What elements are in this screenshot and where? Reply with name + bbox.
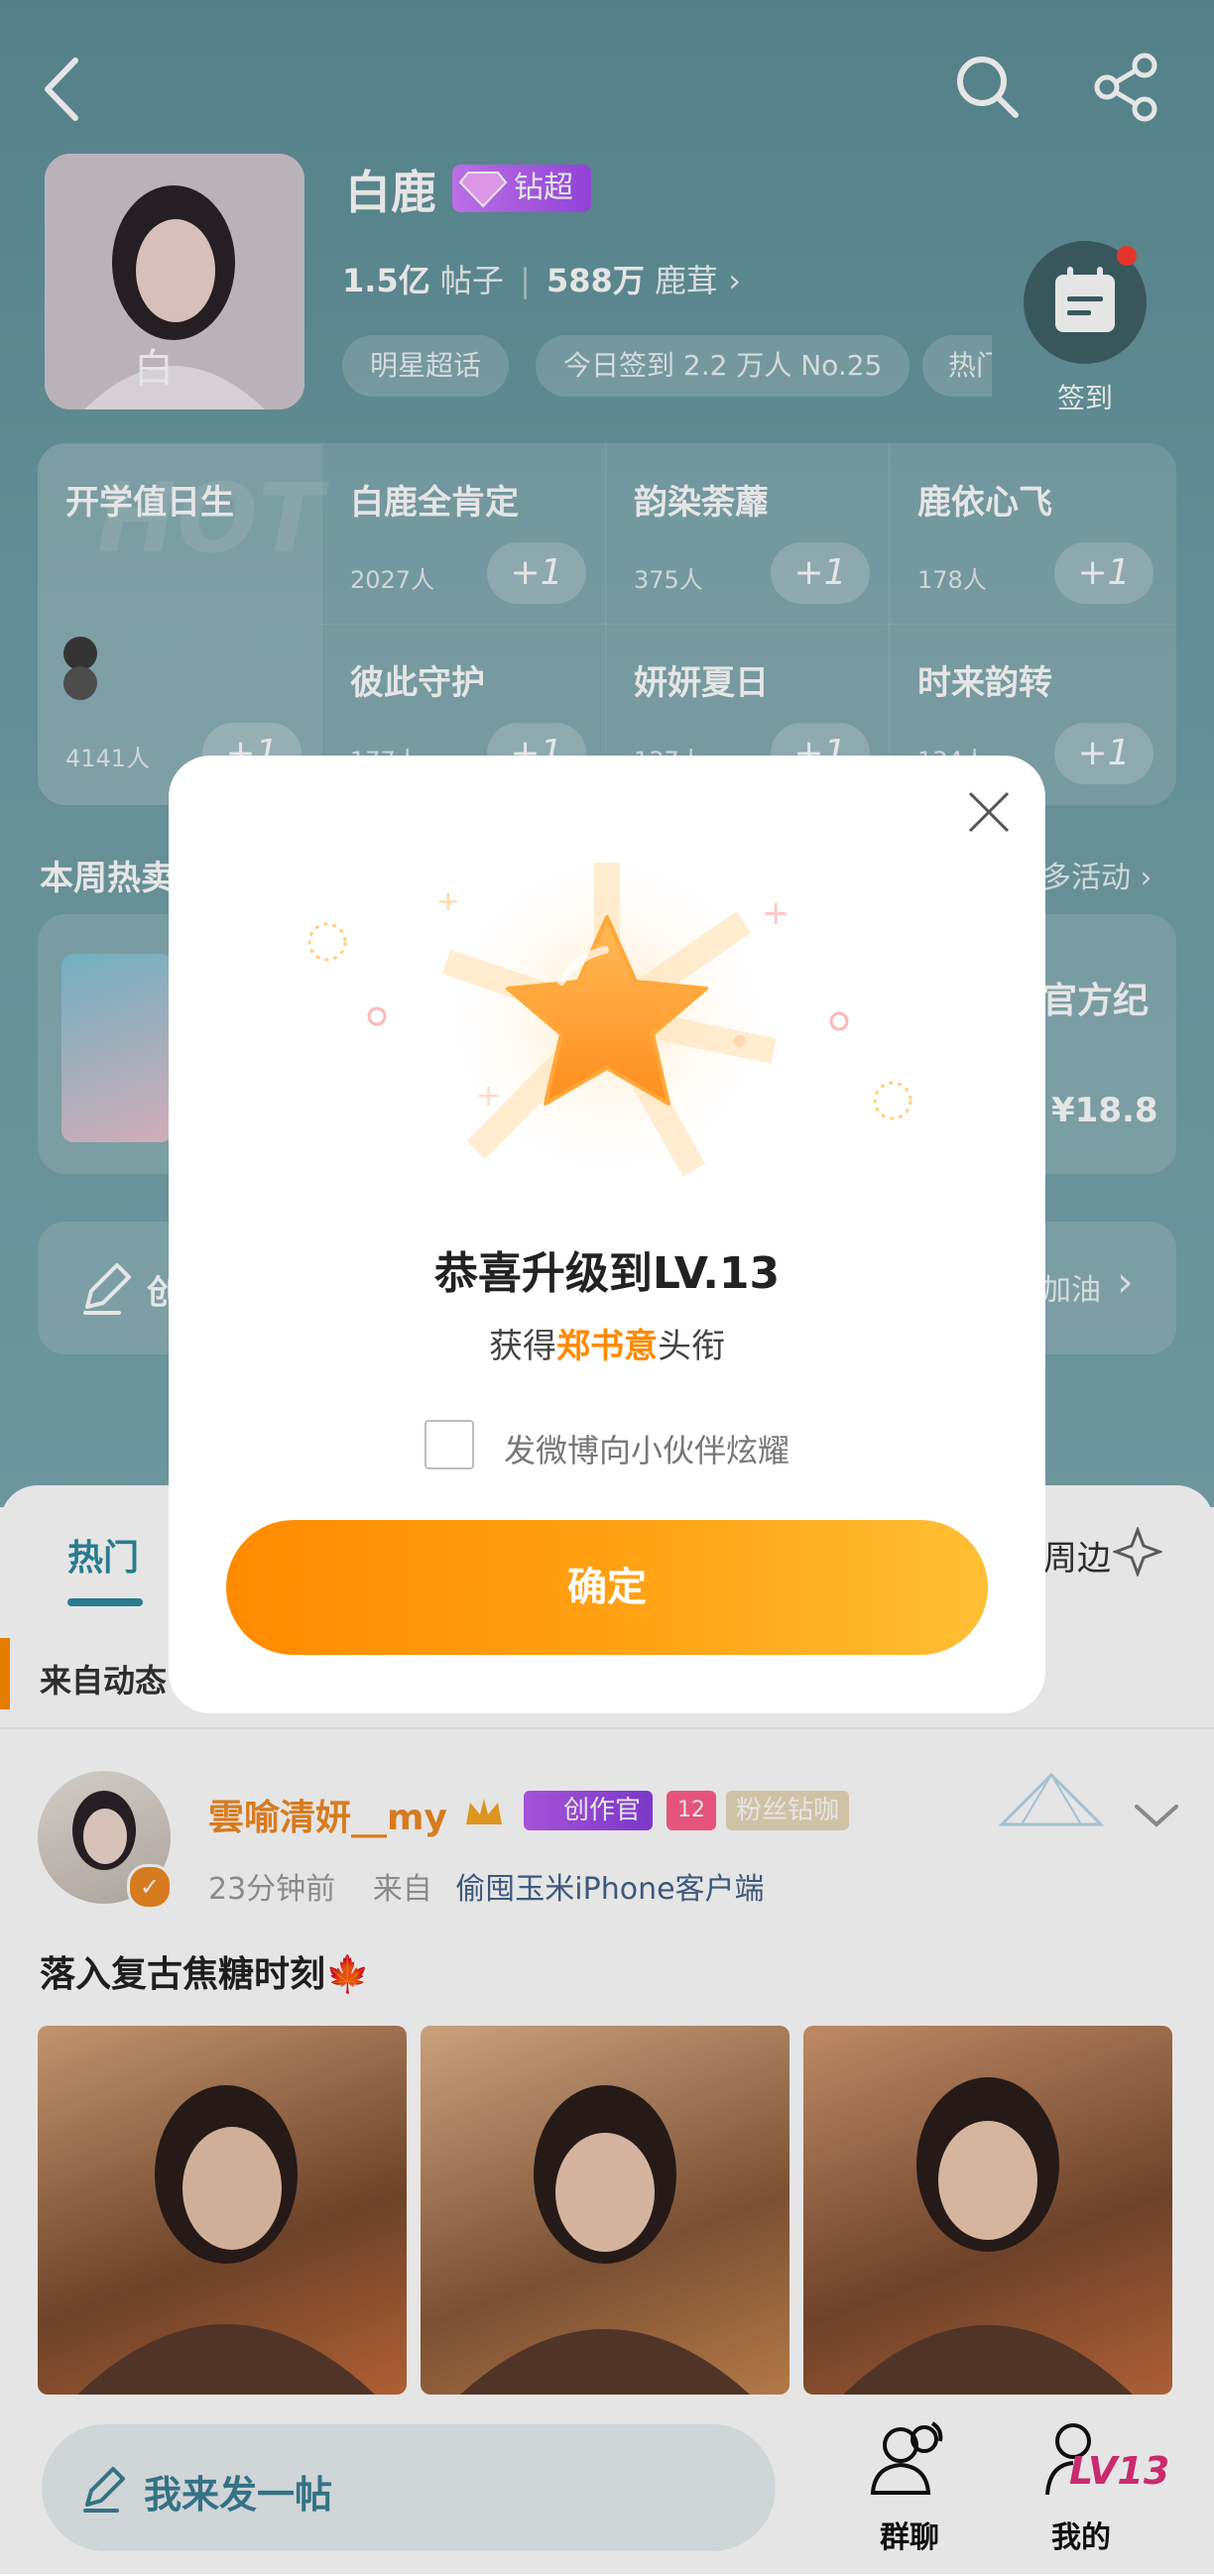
share-weibo-checkbox[interactable] <box>425 1420 474 1469</box>
dialog-title: 恭喜升级到LV.13 <box>433 1248 781 1299</box>
svg-text:+: + <box>476 1079 501 1113</box>
subtitle-suffix: 头衔 <box>658 1327 725 1366</box>
title-highlight: 郑书意 <box>556 1327 658 1366</box>
subtitle-prefix: 获得 <box>489 1327 556 1366</box>
dialog-subtitle: 获得郑书意头衔 <box>169 1319 1045 1367</box>
confirm-button[interactable]: 确定 <box>226 1520 988 1655</box>
close-icon[interactable] <box>966 789 1012 835</box>
svg-text:+: + <box>436 884 459 917</box>
svg-text:+: + <box>762 893 790 933</box>
star-illustration: + + + <box>307 853 912 1185</box>
share-weibo-label[interactable]: 发微博向小伙伴炫耀 <box>504 1426 789 1471</box>
